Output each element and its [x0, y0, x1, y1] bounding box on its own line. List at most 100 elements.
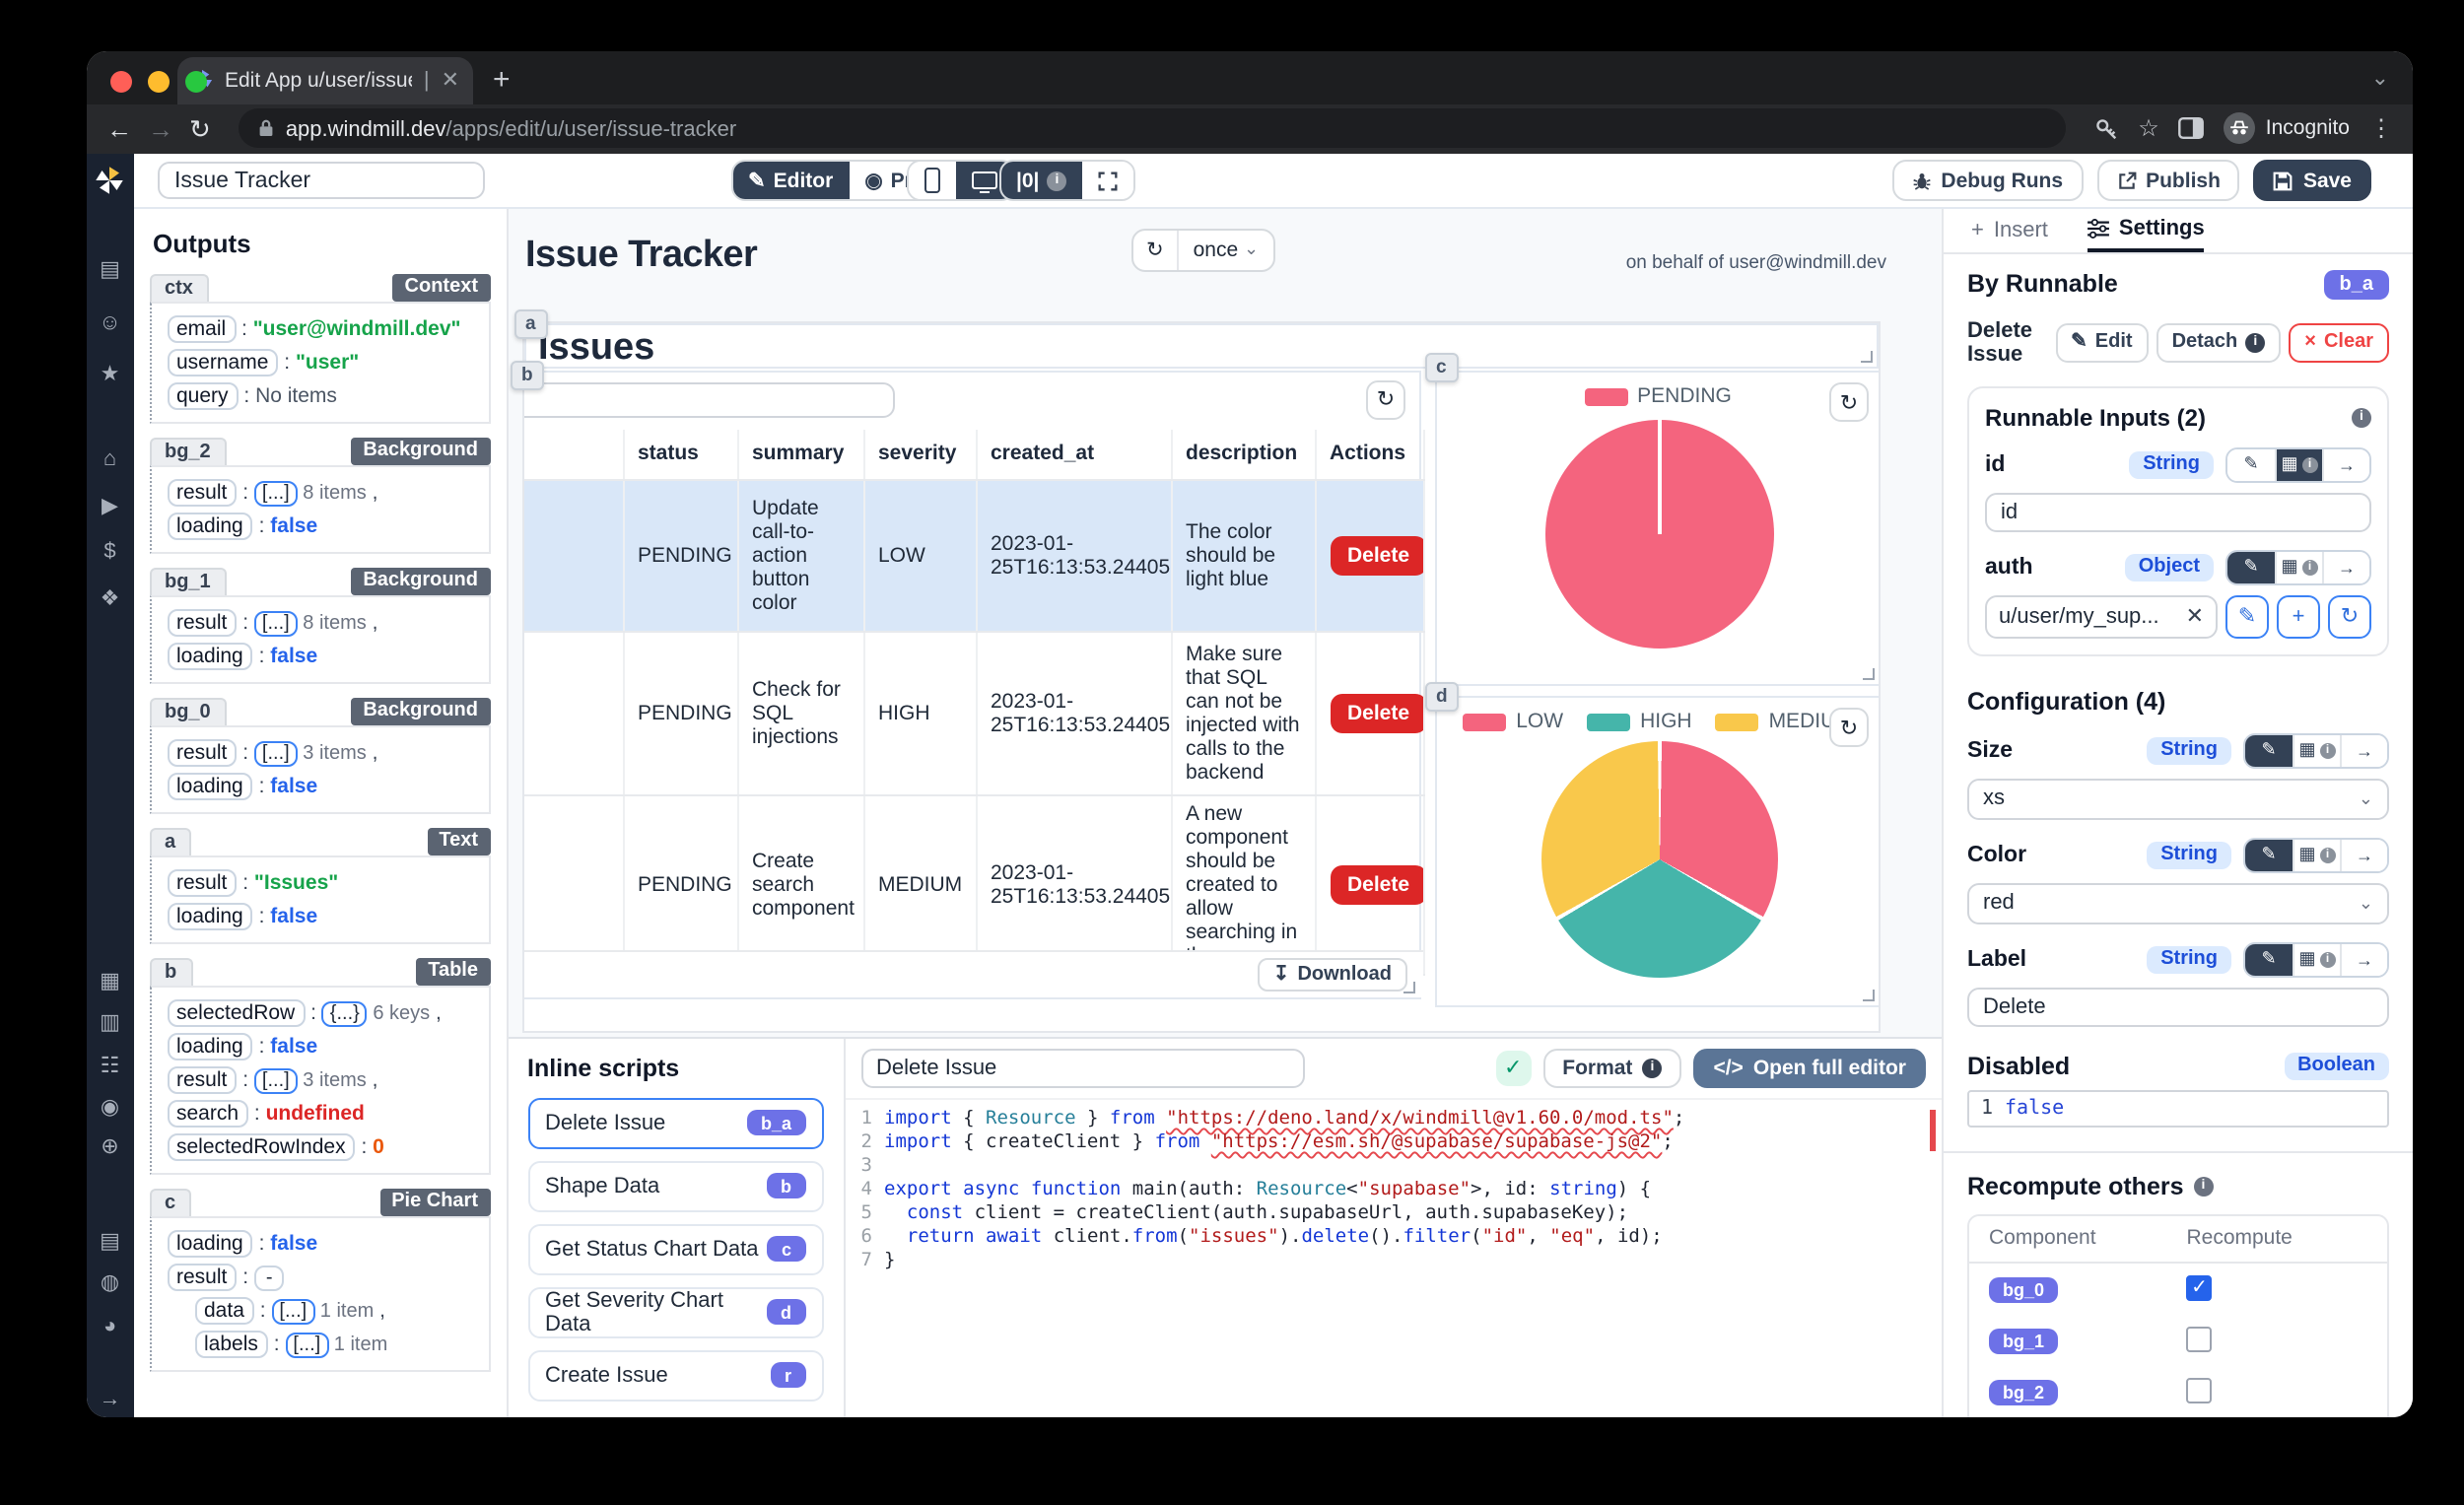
pie-chart-c[interactable]: PENDING ↻ [1435, 371, 1881, 686]
add-resource-button[interactable]: + [2277, 594, 2320, 638]
mobile-view-button[interactable] [908, 162, 955, 199]
collapsed-value-pill[interactable]: [...] [285, 1332, 328, 1357]
static-mode-button[interactable]: ✎ [2227, 551, 2275, 582]
delete-issue-button[interactable]: Delete [1330, 694, 1423, 733]
output-key[interactable]: result [167, 1065, 237, 1093]
github-icon[interactable]: ◕ [87, 1316, 133, 1337]
inline-script-item[interactable]: Create Issuer [527, 1349, 823, 1401]
output-section-tab[interactable]: ctx [149, 273, 209, 301]
component-chip-d[interactable]: d [1424, 681, 1460, 711]
groups-icon[interactable]: ☷ [87, 1056, 133, 1077]
output-key[interactable]: result [167, 1263, 237, 1290]
output-key[interactable]: loading [167, 1032, 253, 1060]
collapsed-value-pill[interactable]: [...] [254, 1067, 298, 1093]
output-section-tab[interactable]: c [149, 1188, 191, 1215]
connect-mode-button[interactable]: ▦i [2275, 551, 2322, 582]
folders-icon[interactable]: ▥ [87, 1012, 133, 1034]
user-icon[interactable]: ☺ [87, 312, 133, 334]
output-section-tab[interactable]: a [149, 827, 191, 855]
recompute-checkbox[interactable] [2186, 1378, 2212, 1403]
component-chip-b[interactable]: b [510, 360, 545, 389]
collapsed-value-pill[interactable]: [...] [254, 740, 298, 766]
maximize-window-button[interactable] [185, 70, 207, 92]
pie-chart-d[interactable]: LOWHIGHMEDIUM ↻ [1435, 696, 1881, 1007]
eval-mode-button[interactable]: → [2340, 839, 2387, 870]
tab-list-chevron-icon[interactable]: ⌄ [2371, 64, 2389, 90]
browser-tab[interactable]: Edit App u/user/issue-tracker | ✕ [177, 56, 473, 103]
recompute-checkbox[interactable] [2186, 1327, 2212, 1352]
clear-runnable-button[interactable]: ×Clear [2289, 322, 2389, 362]
static-mode-button[interactable]: ✎ [2227, 448, 2275, 480]
component-chip-a[interactable]: a [513, 309, 548, 339]
publish-button[interactable]: Publish [2096, 160, 2240, 201]
audit-eye-icon[interactable]: ◉ [87, 1097, 133, 1119]
reload-icon[interactable]: ↻ [189, 115, 211, 141]
new-tab-button[interactable]: + [493, 62, 511, 96]
forward-icon[interactable]: → [148, 115, 173, 141]
table-refresh-button[interactable]: ↻ [1366, 379, 1405, 419]
address-bar[interactable]: app.windmill.dev/apps/edit/u/user/issue-… [239, 108, 2065, 148]
output-key[interactable]: result [167, 868, 237, 896]
collapsed-value-pill[interactable]: [...] [271, 1298, 314, 1324]
measure-button[interactable]: |0| i [1000, 162, 1082, 199]
component-chip-c[interactable]: c [1424, 352, 1459, 381]
docs-book-icon[interactable]: ▤ [87, 1231, 133, 1253]
inline-script-item[interactable]: Delete Issueb_a [527, 1097, 823, 1148]
resource-picker[interactable]: u/user/my_sup... ✕ [1985, 594, 2218, 638]
back-icon[interactable]: ← [106, 115, 132, 141]
tab-settings[interactable]: Settings [2088, 208, 2205, 251]
close-window-button[interactable] [110, 70, 132, 92]
format-button[interactable]: Format i [1542, 1048, 1681, 1087]
eval-mode-button[interactable]: → [2340, 734, 2387, 766]
output-key[interactable]: result [167, 608, 237, 636]
edit-resource-button[interactable]: ✎ [2225, 594, 2269, 638]
connect-mode-button[interactable]: ▦i [2293, 734, 2340, 766]
inline-script-item[interactable]: Get Severity Chart Datad [527, 1286, 823, 1337]
output-key[interactable]: selectedRowIndex [167, 1132, 356, 1160]
profile-chip[interactable]: Incognito [2224, 112, 2350, 144]
minimize-window-button[interactable] [148, 70, 170, 92]
eval-mode-button[interactable]: → [2322, 551, 2369, 582]
output-key[interactable]: loading [167, 902, 253, 929]
size-select[interactable]: xs⌄ [1967, 778, 2389, 819]
connect-mode-button[interactable]: ▦i [2293, 943, 2340, 975]
apps-icon[interactable]: ❖ [87, 588, 133, 610]
output-key[interactable]: loading [167, 1229, 253, 1257]
favorites-star-icon[interactable]: ★ [87, 364, 133, 385]
detach-runnable-button[interactable]: Detach i [2156, 322, 2282, 362]
output-section-tab[interactable]: bg_2 [149, 437, 227, 464]
output-key[interactable]: query [167, 381, 239, 409]
eval-mode-button[interactable]: → [2340, 943, 2387, 975]
disabled-expression-editor[interactable]: 1 false [1967, 1089, 2389, 1127]
output-key[interactable]: loading [167, 772, 253, 799]
collapsed-value-pill[interactable]: {...} [322, 1000, 368, 1026]
output-key[interactable]: username [167, 348, 278, 376]
output-section-tab[interactable]: b [149, 957, 192, 985]
table-row[interactable]: a0553- e-4d56- d- f7d5c3c2PENDINGCreate … [522, 795, 1423, 975]
app-canvas[interactable]: Issue Tracker ↻ once ⌄ on behalf of user… [508, 208, 1942, 1036]
script-name-input[interactable] [860, 1048, 1304, 1087]
output-key[interactable]: search [167, 1099, 248, 1127]
side-panel-icon[interactable] [2179, 116, 2205, 140]
table-component[interactable]: ↻ status summary severity cr [522, 370, 1421, 998]
runs-play-icon[interactable]: ▶ [87, 496, 133, 517]
output-key[interactable]: data [194, 1296, 254, 1324]
refresh-mode-select[interactable]: once ⌄ [1178, 230, 1273, 269]
fullscreen-button[interactable] [1082, 162, 1133, 199]
schedules-calendar-icon[interactable]: ▦ [87, 972, 133, 993]
variables-dollar-icon[interactable]: $ [87, 541, 133, 563]
output-key[interactable]: result [167, 478, 237, 506]
inline-script-item[interactable]: Shape Datab [527, 1160, 823, 1211]
collapse-arrow-icon[interactable]: → [87, 1390, 133, 1411]
password-key-icon[interactable] [2092, 115, 2118, 141]
collapsed-value-pill[interactable]: - [254, 1265, 285, 1290]
output-key[interactable]: loading [167, 642, 253, 669]
browser-menu-kebab-icon[interactable]: ⋮ [2369, 114, 2393, 142]
recompute-checkbox[interactable]: ✓ [2186, 1275, 2212, 1301]
table-row[interactable]: a8d96- 7-4d2d- 4- e4143b8faPENDINGCheck … [522, 632, 1423, 795]
open-full-editor-button[interactable]: </> Open full editor [1693, 1048, 1926, 1087]
output-key[interactable]: labels [194, 1330, 268, 1357]
connect-mode-button[interactable]: ▦i [2293, 839, 2340, 870]
table-row[interactable]: 208f5- 5-428a- - ff0a2962PENDINGUpdate c… [522, 480, 1423, 632]
download-button[interactable]: ↧ Download [1258, 957, 1407, 991]
